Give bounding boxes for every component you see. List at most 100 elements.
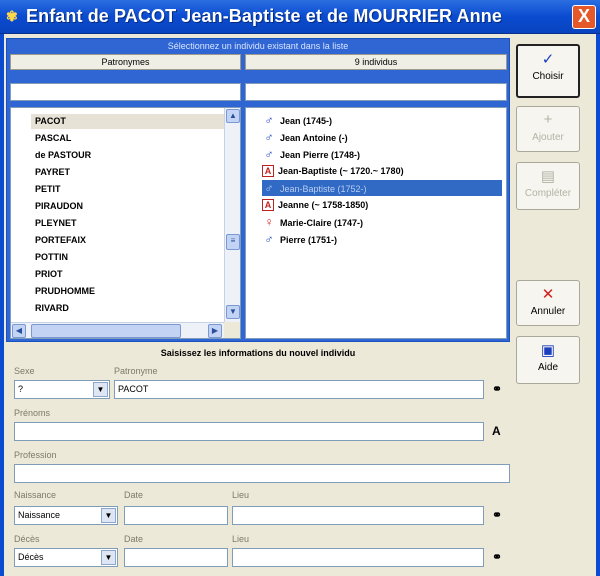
patronyme-filter-input[interactable]: [10, 83, 241, 101]
completer-label: Compléter: [524, 188, 572, 199]
help-book-icon: ▣: [540, 342, 556, 359]
horizontal-scrollbar[interactable]: ◀ ▶: [11, 322, 225, 338]
lieu-label: Lieu: [232, 490, 250, 500]
profession-label: Profession: [14, 450, 57, 460]
binoculars-search-icon[interactable]: ⚭: [492, 508, 502, 522]
horizontal-scroll-thumb[interactable]: [31, 324, 181, 338]
binoculars-search-icon[interactable]: ⚭: [492, 550, 502, 564]
window-frame-right: [596, 34, 600, 576]
unknown-sex-icon: A: [262, 199, 274, 211]
sexe-value: ?: [18, 384, 24, 394]
aide-button[interactable]: ▣ Aide: [516, 336, 580, 384]
text-search-icon[interactable]: A: [492, 424, 501, 438]
naissance-date-input[interactable]: [124, 506, 228, 525]
scroll-up-icon[interactable]: ▲: [226, 109, 240, 123]
patronyme-list-item[interactable]: de PASTOUR: [35, 148, 91, 163]
naissance-lieu-input[interactable]: [232, 506, 484, 525]
individu-list-item[interactable]: ♂ Pierre (1751-): [262, 231, 506, 247]
patronyme-list-item[interactable]: PRIOT: [35, 267, 63, 282]
lieu-label: Lieu: [232, 534, 250, 544]
male-icon: ♂: [264, 113, 274, 127]
individu-list-item[interactable]: A Jean-Baptiste (~ 1720.~ 1780): [262, 163, 506, 179]
plus-icon: +: [543, 111, 553, 128]
app-icon: ✾: [6, 8, 18, 24]
sexe-select[interactable]: ? ▼: [14, 380, 110, 399]
scroll-thumb[interactable]: ≡: [226, 234, 240, 250]
scroll-down-icon[interactable]: ▼: [226, 305, 240, 319]
ajouter-button[interactable]: + Ajouter: [516, 106, 580, 152]
date-label: Date: [124, 534, 144, 544]
new-person-header: Saisissez les informations du nouvel ind…: [160, 348, 356, 358]
close-button[interactable]: X: [572, 5, 596, 29]
title-bar: ✾ Enfant de PACOT Jean-Baptiste et de MO…: [0, 0, 600, 34]
binoculars-search-icon[interactable]: ⚭: [492, 382, 502, 396]
completer-button[interactable]: ▤ Compléter: [516, 162, 580, 210]
individu-label: Jean (1745-): [280, 116, 333, 126]
deces-event-value: Décès: [18, 552, 44, 562]
new-person-panel: Saisissez les informations du nouvel ind…: [6, 344, 510, 572]
individus-column-header[interactable]: 9 individus: [245, 54, 507, 70]
individu-list-item[interactable]: A Jeanne (~ 1758-1850): [262, 197, 506, 213]
vertical-scrollbar[interactable]: ▲ ≡ ▼: [224, 108, 240, 322]
chevron-down-icon[interactable]: ▼: [101, 550, 116, 565]
profession-input[interactable]: [14, 464, 510, 483]
individu-list-item[interactable]: ♂ Jean (1745-): [262, 112, 506, 128]
choisir-button[interactable]: ✓ Choisir: [516, 44, 580, 98]
patronyme-input[interactable]: PACOT: [114, 380, 484, 399]
chevron-down-icon[interactable]: ▼: [93, 382, 108, 397]
patronyme-label: Patronyme: [114, 366, 158, 376]
male-icon: ♂: [264, 181, 274, 195]
patronyme-list-item[interactable]: PETIT: [35, 182, 61, 197]
individu-label: Jeanne (~ 1758-1850): [278, 200, 369, 210]
individu-list-item-selected[interactable]: ♂ Jean-Baptiste (1752-): [262, 180, 502, 196]
deces-event-select[interactable]: Décès ▼: [14, 548, 118, 567]
male-icon: ♂: [264, 232, 274, 246]
individu-list-item[interactable]: ♀ Marie-Claire (1747-): [262, 214, 506, 230]
patronyme-list-item[interactable]: POTTIN: [35, 250, 68, 265]
deces-date-input[interactable]: [124, 548, 228, 567]
choisir-label: Choisir: [532, 71, 564, 82]
individu-label: Jean Antoine (-): [280, 133, 348, 143]
individu-label: Jean Pierre (1748-): [280, 150, 361, 160]
select-panel-header: Sélectionnez un individu existant dans l…: [167, 41, 349, 51]
ajouter-label: Ajouter: [532, 132, 564, 143]
naissance-event-select[interactable]: Naissance ▼: [14, 506, 118, 525]
individu-label: Pierre (1751-): [280, 235, 338, 245]
window-title: Enfant de PACOT Jean-Baptiste et de MOUR…: [26, 6, 502, 26]
individu-label: Jean-Baptiste (1752-): [280, 184, 367, 194]
individu-label: Marie-Claire (1747-): [280, 218, 364, 228]
patronyme-list-item[interactable]: PACOT: [31, 114, 225, 129]
annuler-button[interactable]: ✕ Annuler: [516, 280, 580, 326]
unknown-sex-icon: A: [262, 165, 274, 177]
cancel-x-icon: ✕: [541, 286, 555, 303]
patronyme-list-item[interactable]: PORTEFAIX: [35, 233, 86, 248]
chevron-down-icon[interactable]: ▼: [101, 508, 116, 523]
patronyme-list-item[interactable]: PIRAUDON: [35, 199, 83, 214]
patronyme-list-item[interactable]: RIVARD: [35, 301, 69, 316]
male-icon: ♂: [264, 130, 274, 144]
patronymes-list[interactable]: PACOT PASCAL de PASTOUR PAYRET PETIT PIR…: [10, 107, 241, 339]
deces-label: Décès: [14, 534, 40, 544]
scrollbar-corner: [224, 322, 240, 338]
prenoms-input[interactable]: [14, 422, 484, 441]
patronyme-list-item[interactable]: PASCAL: [35, 131, 71, 146]
individu-list-item[interactable]: ♂ Jean Pierre (1748-): [262, 146, 506, 162]
individus-list[interactable]: ♂ Jean (1745-) ♂ Jean Antoine (-) ♂ Jean Pi…: [245, 107, 507, 339]
patronymes-column-header[interactable]: Patronymes: [10, 54, 241, 70]
naissance-event-value: Naissance: [18, 510, 61, 520]
individu-filter-input[interactable]: [245, 83, 507, 101]
patronyme-list-item[interactable]: PLEYNET: [35, 216, 77, 231]
form-icon: ▤: [540, 168, 556, 185]
aide-label: Aide: [537, 362, 558, 373]
scroll-right-icon[interactable]: ▶: [208, 324, 222, 338]
scroll-left-icon[interactable]: ◀: [12, 324, 26, 338]
checkmark-icon: ✓: [541, 51, 555, 68]
individu-label: Jean-Baptiste (~ 1720.~ 1780): [278, 166, 404, 176]
deces-lieu-input[interactable]: [232, 548, 484, 567]
window-frame-left: [0, 34, 4, 576]
individu-list-item[interactable]: ♂ Jean Antoine (-): [262, 129, 506, 145]
select-existing-panel: Sélectionnez un individu existant dans l…: [6, 38, 510, 342]
patronyme-list-item[interactable]: PAYRET: [35, 165, 70, 180]
patronyme-list-item[interactable]: PRUDHOMME: [35, 284, 95, 299]
naissance-label: Naissance: [14, 490, 57, 500]
